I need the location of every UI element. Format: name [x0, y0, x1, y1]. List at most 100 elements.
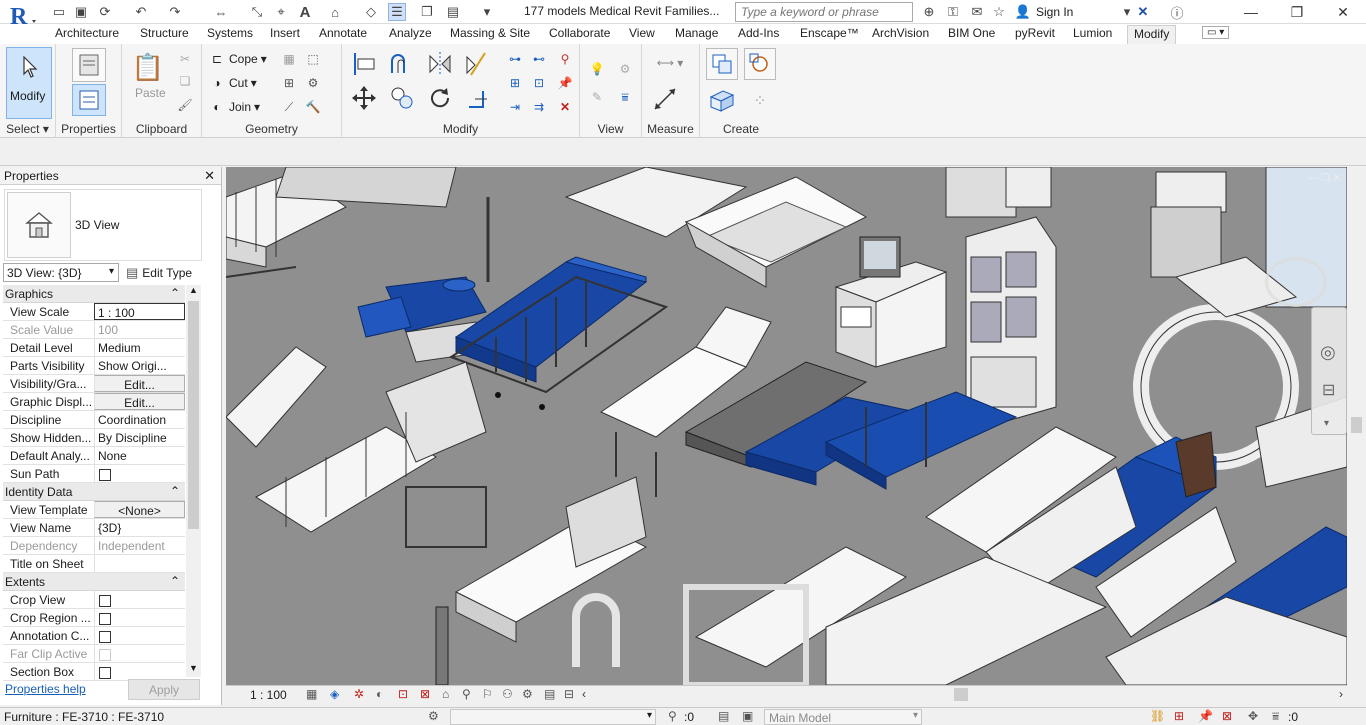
linework-icon[interactable]: ✎ [588, 88, 606, 106]
close-hidden-windows-icon[interactable]: ❐ [418, 3, 436, 21]
properties-help-link[interactable]: Properties help [5, 682, 86, 696]
scroll-left-icon[interactable]: ‹ [582, 687, 586, 701]
steering-wheel-icon[interactable]: ◎ [1320, 342, 1336, 363]
help-icon[interactable]: ⓘ [1168, 3, 1186, 21]
tab-pyrevit[interactable]: pyRevit [1015, 26, 1055, 40]
override-graphics-icon[interactable]: ⚙ [616, 60, 634, 78]
design-option-dropdown[interactable]: Main Model ▾ [764, 709, 922, 725]
crop-region-checkbox[interactable] [99, 613, 111, 625]
tab-architecture[interactable]: Architecture [55, 26, 119, 40]
instance-filter-dropdown[interactable]: 3D View: {3D} ▾ [3, 263, 119, 282]
zoom-icon[interactable]: ⊟ [1322, 380, 1335, 400]
select-by-face-icon[interactable]: ⊠ [1222, 709, 1232, 723]
aligned-dimension-tool-icon[interactable] [650, 84, 680, 114]
create-similar-icon[interactable]: ⁘ [744, 86, 776, 116]
match-type-icon[interactable]: 🖌 [176, 96, 194, 114]
edit-type-button[interactable]: ▤ Edit Type [126, 263, 192, 282]
sun-path-checkbox[interactable] [99, 469, 111, 481]
measure-icon[interactable]: ⇔ [212, 3, 230, 21]
demolish-icon[interactable]: ⚙ [304, 74, 322, 92]
modify-button[interactable]: Modify [6, 47, 52, 119]
annotation-crop-checkbox[interactable] [99, 631, 111, 643]
tab-collaborate[interactable]: Collaborate [549, 26, 610, 40]
navigation-bar[interactable]: ◎ ⊟ ▾ [1311, 307, 1347, 435]
cut-to-clipboard-icon[interactable]: ✂ [176, 50, 194, 68]
search-binoculars-icon[interactable]: ⊕ [920, 3, 938, 21]
measure-between-references-icon[interactable]: ⟷ ▾ [652, 54, 688, 72]
autodesk-app-store-icon[interactable]: ✕ [1134, 3, 1152, 21]
tab-archvision[interactable]: ArchVision [872, 26, 929, 40]
group-identity-data[interactable]: Identity Data ⌃ [3, 483, 185, 501]
subscription-icon[interactable]: ⚿ [944, 3, 962, 21]
shadows-icon[interactable]: ◐ [376, 687, 383, 701]
section-icon[interactable]: ◇ [362, 3, 380, 21]
select-panel-label[interactable]: Select ▾ [0, 122, 55, 136]
close-properties-icon[interactable]: ✕ [204, 168, 215, 184]
copy-to-clipboard-icon[interactable]: ❏ [176, 72, 194, 90]
prop-title-on-sheet[interactable]: Title on Sheet [3, 555, 185, 573]
communication-icon[interactable]: ✉ [968, 3, 986, 21]
viewport-vertical-scrollbar[interactable] [1347, 167, 1366, 685]
prop-detail-level[interactable]: Detail Level Medium [3, 339, 185, 357]
tab-lumion[interactable]: Lumion [1073, 26, 1112, 40]
prop-parts-visibility[interactable]: Parts Visibility Show Origi... [3, 357, 185, 375]
group-extents[interactable]: Extents ⌃ [3, 573, 185, 591]
mirror-draw-axis-icon[interactable] [464, 50, 492, 78]
prop-default-analysis[interactable]: Default Analy... None [3, 447, 185, 465]
visibility-graphics-edit-button[interactable]: Edit... [94, 375, 185, 392]
offset-icon[interactable] [388, 50, 416, 78]
search-input[interactable] [735, 2, 913, 22]
worksharing-display-icon[interactable]: ⚙ [522, 687, 533, 701]
view-scale-control[interactable]: 1 : 100 [250, 688, 287, 702]
select-underlay-icon[interactable]: ⊞ [1174, 709, 1184, 723]
paste-icon[interactable]: 📋 [132, 49, 164, 85]
join-button[interactable]: ◐ Join ▾ [208, 98, 260, 116]
type-properties-icon[interactable] [72, 48, 106, 82]
wall-joins-icon[interactable]: ⬚ [304, 50, 322, 68]
properties-scrollbar[interactable]: ▲ ▼ [186, 285, 201, 677]
reveal-hidden-icon[interactable]: ⚐ [482, 687, 493, 701]
tab-insert[interactable]: Insert [270, 26, 300, 40]
viewport-window-controls[interactable]: — ❐ ✕ [1281, 173, 1341, 189]
pin-icon[interactable]: 📌 [556, 74, 574, 92]
align-icon[interactable] [350, 50, 378, 78]
group-graphics[interactable]: Graphics ⌃ [3, 285, 185, 303]
detail-level-icon[interactable]: ▦ [306, 687, 317, 701]
create-assembly-icon[interactable] [706, 48, 738, 80]
default-3d-view-icon[interactable]: ⌂ [326, 3, 344, 21]
hammer-icon[interactable]: 🔨 [304, 98, 322, 116]
aligned-dimension-icon[interactable]: ⤡ [248, 3, 266, 21]
tab-modify[interactable]: Modify [1127, 25, 1177, 44]
crop-view-icon[interactable]: ⊡ [398, 687, 408, 701]
tab-enscape[interactable]: Enscape™ [800, 26, 859, 40]
section-box-checkbox[interactable] [99, 667, 111, 679]
properties-toggle-icon[interactable] [72, 84, 106, 116]
tab-bim-one[interactable]: BIM One [948, 26, 995, 40]
customize-qat-icon[interactable]: ▾ [478, 3, 496, 21]
drag-elements-icon[interactable]: ✥ [1248, 709, 1258, 723]
favorites-star-icon[interactable]: ☆ [990, 3, 1008, 21]
horizontal-scroll-thumb[interactable] [954, 688, 968, 701]
select-links-icon[interactable]: ⛓ [1150, 709, 1165, 723]
tab-analyze[interactable]: Analyze [389, 26, 432, 40]
temporary-hide-icon[interactable]: ⚲ [462, 687, 471, 701]
type-selector[interactable]: 3D View [4, 189, 202, 261]
tab-add-ins[interactable]: Add-Ins [738, 26, 779, 40]
create-parts-icon[interactable] [744, 48, 776, 80]
viewcube[interactable] [1265, 257, 1327, 307]
text-icon[interactable]: A [296, 3, 314, 21]
prop-discipline[interactable]: Discipline Coordination [3, 411, 185, 429]
save-icon[interactable]: ▣ [72, 3, 90, 21]
3d-viewport[interactable]: — ❐ ✕ ◎ ⊟ ▾ [226, 167, 1347, 685]
split-with-gap-icon[interactable]: ⊷ [530, 50, 548, 68]
cut-button[interactable]: ◑ Cut ▾ [208, 74, 256, 92]
split-element-icon[interactable]: ⊶ [506, 50, 524, 68]
editable-only-icon[interactable]: ⚲ [668, 709, 677, 723]
show-crop-region-icon[interactable]: ⊠ [420, 687, 430, 701]
mirror-pick-axis-icon[interactable] [426, 50, 454, 78]
exclude-options-icon[interactable]: ▣ [742, 709, 753, 723]
close-icon[interactable]: ✕ [1320, 0, 1366, 24]
minimize-icon[interactable]: — [1228, 0, 1274, 24]
tab-annotate[interactable]: Annotate [319, 26, 367, 40]
array-icon[interactable]: ⊞ [506, 74, 524, 92]
